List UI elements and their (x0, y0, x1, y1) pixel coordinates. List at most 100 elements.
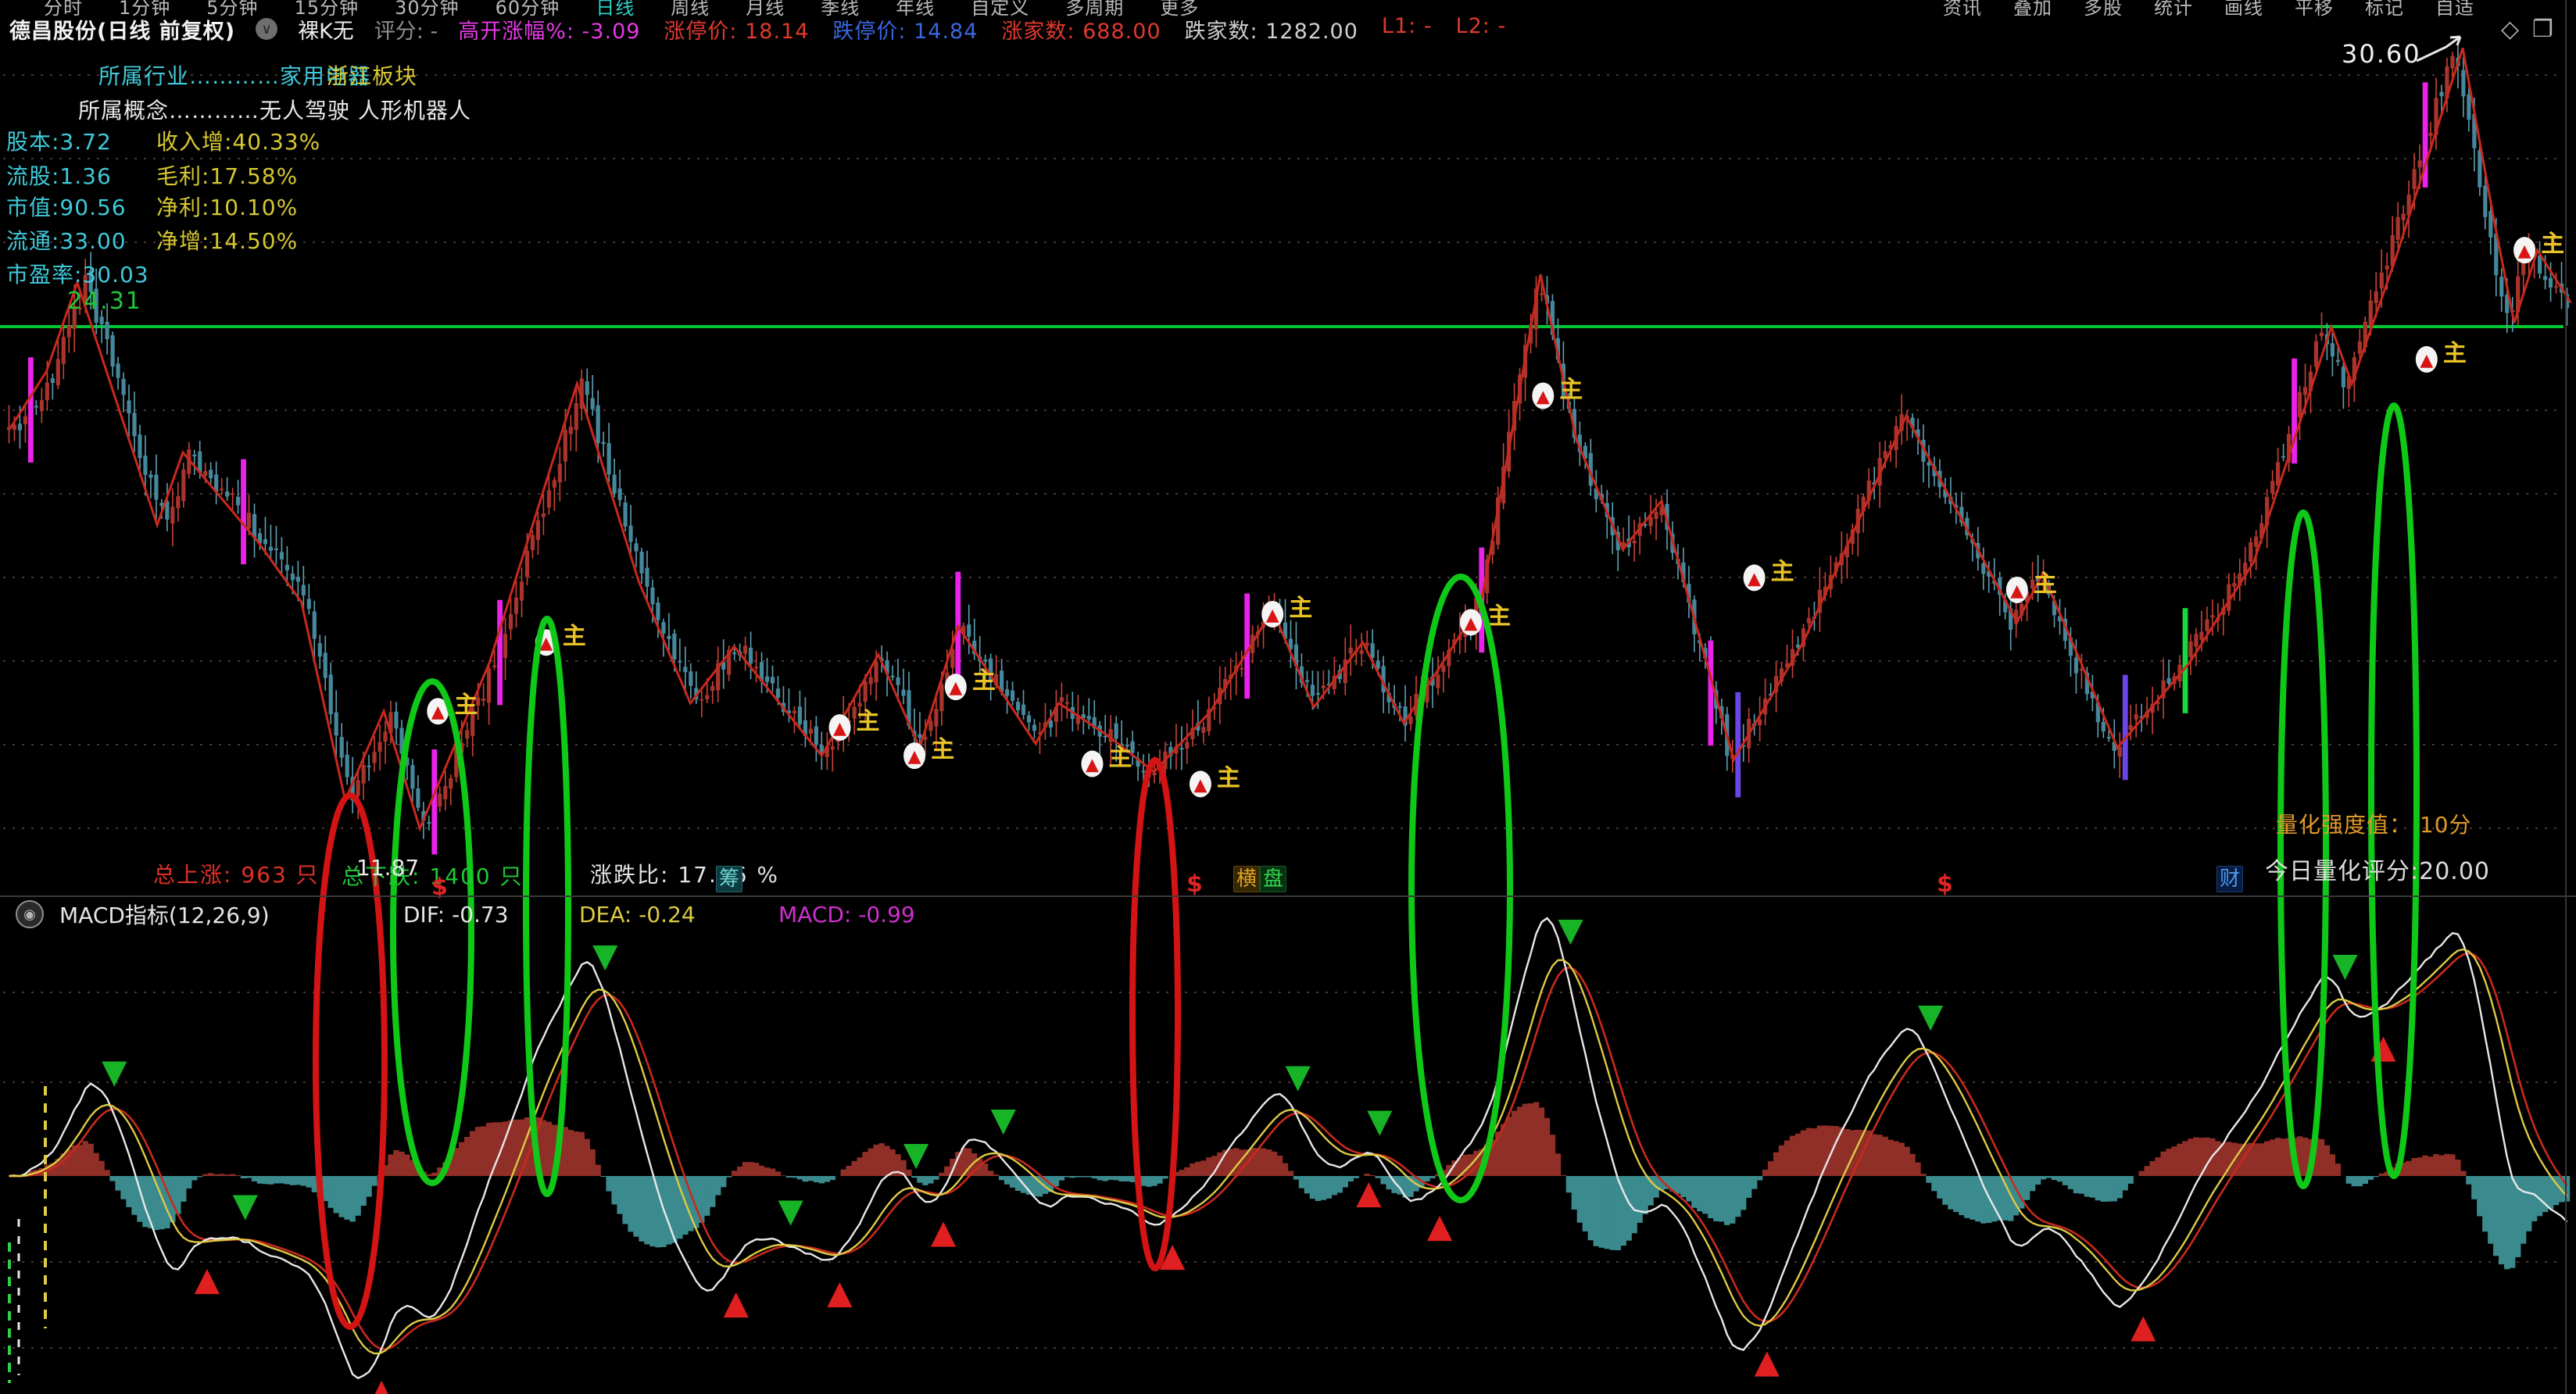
quant-score-label: 今日量化评分:20.00 (2265, 852, 2490, 886)
main-force-marker: ▲主 (1532, 377, 1583, 409)
quote-stat-L2: L2: - (1456, 14, 1507, 45)
signal-badge-4: 盘 (1260, 866, 1286, 892)
annotation-ellipse (1132, 760, 1178, 1268)
buy-arrow: ▲ (827, 1273, 853, 1311)
main-force-marker: ▲主 (1082, 745, 1132, 777)
sell-arrow: ▼ (903, 1135, 929, 1173)
svg-text:主: 主 (931, 736, 954, 763)
trading-app-window: ▲主▲主▲主▲主▲主▲主▲主▲主▲主▲主▲主▲主▲主▲主▼▲▼▲▼▲▼▲▼▲▼▲… (0, 0, 2576, 1394)
svg-text:主: 主 (1217, 764, 1240, 792)
stat-毛利: 毛利:17.58% (156, 159, 298, 191)
quote-stat-涨家数: 涨家数: 688.00 (1001, 14, 1161, 45)
svg-text:主: 主 (563, 623, 586, 650)
sell-arrow: ▼ (233, 1185, 259, 1224)
svg-text:主: 主 (1487, 602, 1511, 630)
sell-arrow: ▼ (1918, 996, 1944, 1035)
svg-text:主: 主 (1771, 558, 1794, 585)
indicator-dropdown-icon[interactable]: ◉ (16, 900, 44, 928)
signal-badge-6: 财 (2216, 866, 2243, 892)
signal-badge-5: $ (1937, 870, 1953, 898)
macd-panel-divider (0, 895, 2576, 897)
sell-arrow: ▼ (991, 1100, 1017, 1138)
signal-bar-magenta (1244, 593, 1250, 699)
quote-stat-跌家数: 跌家数: 1282.00 (1185, 14, 1358, 45)
quote-stat-涨停价: 涨停价: 18.14 (664, 14, 809, 45)
signal-bar-magenta (497, 600, 503, 706)
annotation-ellipse (2281, 513, 2326, 1186)
svg-text:▲: ▲ (1748, 569, 1761, 588)
signal-badge-3: 横 (1233, 866, 1260, 892)
concept-line[interactable]: 所属概念…………无人驾驶 人形机器人 (78, 94, 471, 125)
svg-text:主: 主 (1109, 745, 1132, 772)
svg-text:主: 主 (856, 708, 879, 735)
stat-收入增: 收入增:40.33% (156, 125, 320, 156)
title-bar: 德昌股份(日线 前复权) ∨ 裸K无 评分: - 高开涨幅%: -3.09 涨停价… (9, 13, 1506, 45)
sell-arrow: ▼ (102, 1053, 127, 1091)
board-label[interactable]: 浙江板块 (327, 59, 417, 91)
svg-text:▲: ▲ (2010, 581, 2023, 601)
buy-arrow: ▲ (724, 1283, 750, 1321)
sell-arrow: ▼ (592, 936, 618, 974)
signal-badge-2: $ (1186, 870, 1203, 898)
quote-stat-L1: L1: - (1382, 14, 1433, 45)
menu-item-统计[interactable]: 统计 (2154, 0, 2193, 20)
window-icon[interactable]: ❐ (2532, 16, 2553, 43)
menu-item-标记[interactable]: 标记 (2365, 0, 2404, 20)
svg-text:▲: ▲ (833, 719, 846, 738)
menu-item-多股[interactable]: 多股 (2084, 0, 2123, 20)
macd-dea-value: DEA: -0.24 (579, 902, 778, 928)
stat-净利: 净利:10.10% (156, 191, 298, 222)
stat-净增: 净增:14.50% (156, 224, 298, 256)
svg-text:▲: ▲ (908, 747, 921, 767)
macd-header: ◉ MACD指标(12,26,9) DIF: -0.73 DEA: -0.24 … (16, 899, 915, 930)
menu-item-叠加[interactable]: 叠加 (2013, 0, 2052, 20)
menu-item-自适[interactable]: 自适 (2435, 0, 2474, 20)
signal-bar-magenta (241, 459, 246, 565)
buy-arrow: ▲ (931, 1213, 957, 1251)
buy-arrow: ▲ (369, 1371, 395, 1394)
svg-text:▲: ▲ (949, 678, 962, 698)
quote-stat-高开涨幅%: 高开涨幅%: -3.09 (458, 14, 640, 45)
sell-arrow: ▼ (1558, 910, 1583, 949)
main-force-marker: ▲主 (2416, 340, 2467, 373)
svg-text:主: 主 (2034, 570, 2057, 598)
chevron-down-icon[interactable]: ∨ (256, 18, 277, 40)
updown-ratio-label: 涨跌比: 17.96 % (590, 858, 779, 889)
signal-bar-purple (1735, 692, 1741, 798)
menu-item-平移[interactable]: 平移 (2295, 0, 2334, 20)
svg-text:▲: ▲ (1537, 388, 1550, 407)
svg-text:主: 主 (2443, 340, 2467, 367)
menu-item-资讯[interactable]: 资讯 (1943, 0, 1982, 20)
menu-item-画线[interactable]: 画线 (2224, 0, 2263, 20)
signal-bar-green (2183, 608, 2188, 713)
macd-macd-value: MACD: -0.99 (778, 902, 915, 928)
high-price-label: 30.60 (2342, 39, 2421, 69)
buy-arrow: ▲ (1356, 1173, 1382, 1211)
svg-text:▲: ▲ (1193, 775, 1207, 795)
svg-text:▲: ▲ (2420, 351, 2433, 370)
signal-bar-magenta (28, 357, 34, 463)
diamond-icon[interactable]: ◇ (2501, 16, 2519, 43)
svg-text:▲: ▲ (431, 702, 445, 722)
svg-text:▲: ▲ (1266, 606, 1279, 625)
stock-title[interactable]: 德昌股份(日线 前复权) (9, 14, 235, 45)
signal-bar-magenta (1708, 641, 1713, 746)
naked-k-toggle[interactable]: 裸K无 (298, 14, 354, 45)
svg-text:▲: ▲ (1465, 613, 1478, 633)
quote-stat-跌停价: 跌停价: 14.84 (832, 14, 978, 45)
svg-text:主: 主 (454, 692, 478, 719)
macd-indicator-name[interactable]: MACD指标(12,26,9) (59, 899, 403, 930)
score-label: 评分: - (374, 14, 438, 45)
right-scroll-divider[interactable] (2565, 0, 2567, 1394)
sell-arrow: ▼ (1285, 1056, 1311, 1095)
candlestick-macd-chart[interactable]: ▲主▲主▲主▲主▲主▲主▲主▲主▲主▲主▲主▲主▲主▲主▼▲▼▲▼▲▼▲▼▲▼▲… (0, 0, 2576, 1394)
level-price-label: 24.31 (67, 288, 142, 315)
low-price-label: 11.87 (356, 855, 419, 881)
tools-menu: 资讯 叠加 多股 统计 画线 平移 标记 自适 (1943, 0, 2474, 20)
candles (7, 44, 2569, 839)
signal-badge-1: 筹 (716, 866, 742, 892)
stat-股本: 股本:3.72 (6, 125, 112, 156)
svg-text:主: 主 (2541, 231, 2564, 258)
buy-arrow: ▲ (1755, 1342, 1780, 1381)
svg-text:▲: ▲ (2518, 241, 2531, 261)
